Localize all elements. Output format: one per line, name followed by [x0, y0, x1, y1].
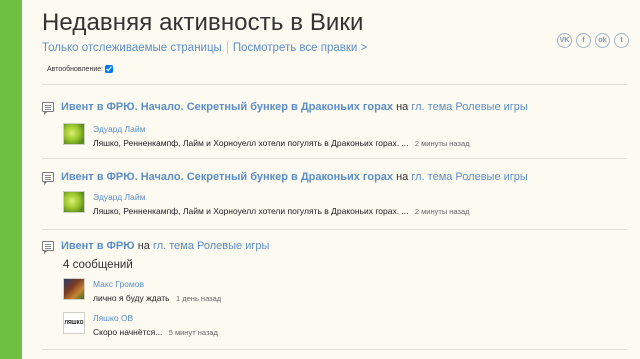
vk-icon[interactable]: VK	[557, 33, 572, 48]
odnoklassniki-icon[interactable]: ok	[595, 33, 610, 48]
autoupdate-checkbox[interactable]	[105, 65, 114, 73]
avatar[interactable]	[63, 191, 85, 213]
page-title: Недавняя активность в Вики	[42, 9, 364, 36]
post-item: Эдуард Лайм Ляшко, Ренненкампф, Лайм и Х…	[63, 123, 623, 153]
on-label: на	[137, 240, 150, 252]
activity-content: Недавняя активность в Вики Только отслеж…	[42, 0, 632, 359]
entry-header: Ивент в ФРЮ. Начало. Секретный бункер в …	[42, 171, 627, 187]
left-green-bar	[0, 0, 22, 359]
activity-entry: Ивент в ФРЮ на гл. тема Ролевые игры 4 с…	[42, 240, 627, 337]
board-link[interactable]: гл. тема Ролевые игры	[153, 240, 269, 252]
entry-title-line: Ивент в ФРЮ на гл. тема Ролевые игры	[61, 240, 269, 252]
autoupdate-control: Автообновление:	[47, 65, 114, 73]
divider	[42, 158, 627, 159]
entry-header: Ивент в ФРЮ. Начало. Секретный бункер в …	[42, 101, 627, 117]
thread-link[interactable]: Ивент в ФРЮ. Начало. Секретный бункер в …	[61, 101, 393, 113]
followed-pages-link[interactable]: Только отслеживаемые страницы	[42, 42, 222, 54]
divider	[42, 84, 627, 85]
avatar[interactable]	[63, 123, 85, 145]
divider	[42, 229, 627, 230]
post-time: 2 минуты назад	[414, 207, 470, 216]
thread-link[interactable]: Ивент в ФРЮ. Начало. Секретный бункер в …	[61, 171, 393, 183]
post-snippet: Ляшко, Ренненкампф, Лайм и Хорноуелл хот…	[93, 138, 470, 148]
twitter-icon[interactable]: t	[614, 33, 629, 48]
post-text: Ляшко, Ренненкампф, Лайм и Хорноуелл хот…	[93, 138, 409, 148]
thread-link[interactable]: Ивент в ФРЮ	[61, 240, 135, 252]
divider	[42, 349, 627, 350]
post-snippet: Ляшко, Ренненкампф, Лайм и Хорноуелл хот…	[93, 206, 470, 216]
avatar[interactable]: ЛЯШКО	[63, 312, 85, 334]
post-snippet: Скоро начнётся... 5 минут назад	[93, 327, 218, 337]
discussion-icon	[42, 241, 54, 254]
post-item: Эдуард Лайм Ляшко, Ренненкампф, Лайм и Х…	[63, 191, 623, 221]
lime-avatar-image	[64, 192, 84, 212]
autoupdate-label: Автообновление:	[47, 65, 104, 73]
avatar[interactable]	[63, 278, 85, 300]
board-link[interactable]: гл. тема Ролевые игры	[411, 101, 527, 113]
post-author-link[interactable]: Эдуард Лайм	[93, 124, 145, 134]
on-label: на	[396, 101, 409, 113]
post-time: 2 минуты назад	[414, 139, 470, 148]
on-label: на	[396, 171, 409, 183]
text-avatar-image: ЛЯШКО	[64, 313, 84, 333]
all-changes-link[interactable]: Посмотреть все правки >	[233, 42, 367, 54]
post-item: ЛЯШКО Ляшко ОВ Скоро начнётся... 5 минут…	[63, 312, 623, 342]
entry-header: Ивент в ФРЮ на гл. тема Ролевые игры	[42, 240, 627, 256]
activity-entry: Ивент в ФРЮ. Начало. Секретный бункер в …	[42, 101, 627, 148]
post-author-link[interactable]: Ляшко ОВ	[93, 313, 133, 323]
entry-title-line: Ивент в ФРЮ. Начало. Секретный бункер в …	[61, 101, 528, 113]
post-time: 1 день назад	[176, 294, 222, 303]
post-text: лично я буду ждать	[93, 293, 170, 303]
nav-divider	[226, 41, 228, 54]
message-count: 4 сообщений	[63, 259, 133, 271]
entry-title-line: Ивент в ФРЮ. Начало. Секретный бункер в …	[61, 171, 528, 183]
post-text: Скоро начнётся...	[93, 327, 163, 337]
post-text: Ляшко, Ренненкампф, Лайм и Хорноуелл хот…	[93, 206, 409, 216]
game-avatar-image	[64, 279, 84, 299]
lime-avatar-image	[64, 124, 84, 144]
activity-nav: Только отслеживаемые страницы Посмотреть…	[42, 41, 367, 54]
activity-entry: Ивент в ФРЮ. Начало. Секретный бункер в …	[42, 171, 627, 216]
post-snippet: лично я буду ждать 1 день назад	[93, 293, 221, 303]
discussion-icon	[42, 102, 54, 115]
post-author-link[interactable]: Макс Громов	[93, 279, 144, 289]
post-time: 5 минут назад	[168, 328, 218, 337]
post-author-link[interactable]: Эдуард Лайм	[93, 192, 145, 202]
post-item: Макс Громов лично я буду ждать 1 день на…	[63, 278, 623, 308]
social-share: VK f ok t	[557, 33, 629, 48]
discussion-icon	[42, 172, 54, 185]
facebook-icon[interactable]: f	[576, 33, 591, 48]
board-link[interactable]: гл. тема Ролевые игры	[411, 171, 527, 183]
